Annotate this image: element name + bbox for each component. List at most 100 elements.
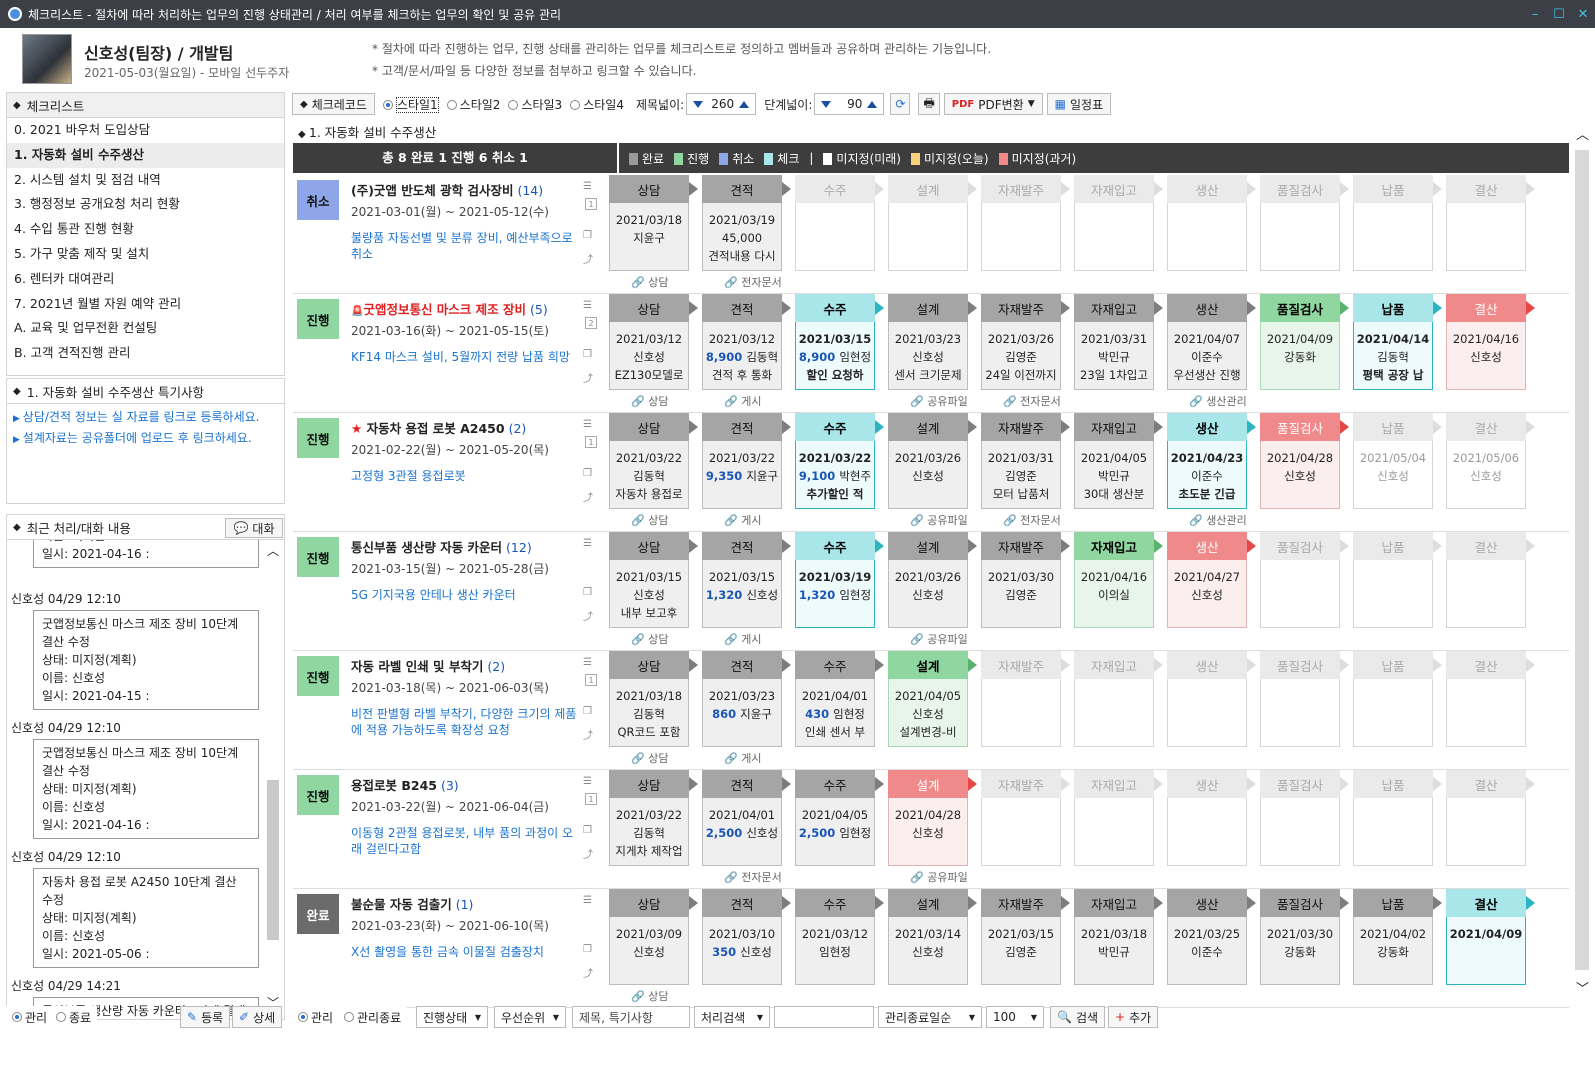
share-icon[interactable]: ⤴ [583, 489, 601, 504]
stage-cell[interactable]: 설계 2021/04/05 신호성 설계변경-비 [888, 651, 977, 747]
left-manage-radio[interactable]: 관리 [6, 1006, 54, 1028]
style-radio[interactable]: 스타일1 [382, 96, 439, 113]
stage-cell[interactable]: 품질검사 [1260, 770, 1349, 866]
add-button[interactable]: + 추가 [1108, 1006, 1159, 1028]
list-icon[interactable]: ☰ [583, 657, 601, 668]
priority-select[interactable]: 우선순위 ▼ [494, 1006, 566, 1028]
stage-cell[interactable]: 납품 2021/04/14 김동혁 평택 공장 납 [1353, 294, 1442, 390]
project-desc[interactable]: 5G 기지국용 안테나 생산 카운터 [351, 587, 583, 603]
project-title[interactable]: 🚨굿앱정보통신 마스크 제조 장비 (5) [351, 299, 548, 318]
refresh-button[interactable]: ⟳ [890, 93, 911, 115]
style-radio[interactable]: 스타일4 [570, 96, 624, 113]
project-desc[interactable]: KF14 마스크 설비, 5월까지 전량 납품 희망 [351, 349, 583, 365]
stage-cell[interactable]: 품질검사 2021/04/09 강동화 [1260, 294, 1349, 390]
stage-cell[interactable]: 생산 2021/04/07 이준수 우선생산 진행 [1167, 294, 1256, 390]
close-button[interactable]: ✕ [1571, 7, 1595, 22]
style-radio[interactable]: 스타일3 [508, 96, 562, 113]
copy-icon[interactable]: ❐ [583, 706, 601, 717]
stage-cell[interactable]: 자재입고 2021/03/18 박민규 [1074, 889, 1163, 985]
stage-cell[interactable]: 품질검사 [1260, 651, 1349, 747]
sort-select[interactable]: 관리종료일순 ▼ [878, 1006, 982, 1028]
stage-cell[interactable]: 품질검사 [1260, 532, 1349, 628]
search-input[interactable]: 제목, 특기사항 [572, 1006, 690, 1028]
checklist-item[interactable]: 0. 2021 바우처 도입상담 [7, 118, 284, 143]
copy-icon[interactable]: ❐ [583, 349, 601, 360]
count-select[interactable]: 100 ▼ [986, 1006, 1044, 1028]
attachment-link[interactable]: 🔗 상담 [631, 750, 668, 766]
register-button[interactable]: ✎ 등록 [180, 1006, 231, 1028]
stage-cell[interactable]: 생산 [1167, 770, 1256, 866]
attachment-link[interactable]: 🔗 공유파일 [910, 631, 968, 647]
stage-cell[interactable]: 품질검사 [1260, 175, 1349, 271]
list-icon[interactable]: ☰ [583, 300, 601, 311]
checklist-item[interactable]: 6. 렌터카 대여관리 [7, 267, 284, 292]
checklist-item[interactable]: 7. 2021년 월별 자원 예약 관리 [7, 292, 284, 317]
stage-cell[interactable]: 자재입고 2021/03/31 박민규 23일 1차입고 [1074, 294, 1163, 390]
chat-button[interactable]: 💬 대화 [225, 518, 283, 538]
stage-cell[interactable]: 자재입고 2021/04/05 박민규 30대 생산분 [1074, 413, 1163, 509]
stage-cell[interactable]: 자재입고 [1074, 770, 1163, 866]
stage-cell[interactable]: 상담 2021/03/12 신호성 EZ130모델로 [609, 294, 698, 390]
share-icon[interactable]: ⤴ [583, 846, 601, 861]
manage-end-radio[interactable]: 관리종료 [338, 1006, 408, 1028]
stage-cell[interactable]: 생산 [1167, 175, 1256, 271]
scroll-up-icon[interactable]: ︿ [1576, 124, 1589, 143]
stage-cell[interactable]: 납품 [1353, 532, 1442, 628]
print-button[interactable]: 🖶 [918, 93, 940, 115]
list-icon[interactable]: ☰ [583, 538, 601, 549]
copy-icon[interactable]: ❐ [583, 230, 601, 241]
list-icon[interactable]: ☰ [583, 181, 601, 192]
stage-cell[interactable]: 설계 2021/03/26 신호성 [888, 413, 977, 509]
project-desc[interactable]: 고정형 3관절 용접로봇 [351, 468, 583, 484]
copy-icon[interactable]: ❐ [583, 468, 601, 479]
stage-cell[interactable]: 자재발주 2021/03/15 김영준 [981, 889, 1070, 985]
stage-cell[interactable]: 견적 2021/03/22 9,350 지윤구 [702, 413, 791, 509]
manage-radio[interactable]: 관리 [292, 1006, 340, 1028]
stage-cell[interactable]: 자재발주 [981, 651, 1070, 747]
stage-cell[interactable]: 견적 2021/03/19 45,000 견적내용 다시 [702, 175, 791, 271]
stage-cell[interactable]: 결산 2021/05/06 신호성 [1446, 413, 1535, 509]
increase-icon[interactable] [739, 100, 750, 108]
stage-cell[interactable]: 납품 2021/05/04 신호성 [1353, 413, 1442, 509]
stage-cell[interactable]: 자재발주 2021/03/31 김영준 모터 납품처 [981, 413, 1070, 509]
attachment-link[interactable]: 🔗 상담 [631, 393, 668, 409]
stage-cell[interactable]: 상담 2021/03/15 신호성 내부 보고후 [609, 532, 698, 628]
project-desc[interactable]: 불량품 자동선별 및 분류 장비, 예산부족으로 취소 [351, 230, 583, 262]
scroll-down-icon[interactable]: ﹀ [1576, 978, 1589, 997]
share-icon[interactable]: ⤴ [583, 370, 601, 385]
stage-cell[interactable]: 상담 2021/03/22 김동혁 자동차 용접로 [609, 413, 698, 509]
stage-cell[interactable]: 상담 2021/03/22 김동혁 지게차 제작업 [609, 770, 698, 866]
attachment-link[interactable]: 🔗 전자문서 [724, 869, 782, 885]
copy-icon[interactable]: ❐ [583, 944, 601, 955]
attachment-link[interactable]: 🔗 게시 [724, 393, 761, 409]
stage-cell[interactable]: 수주 2021/03/22 9,100 박현주 추가할인 적 [795, 413, 884, 509]
stage-cell[interactable]: 생산 2021/04/27 신호성 [1167, 532, 1256, 628]
stage-cell[interactable]: 생산 2021/04/23 이준수 초도분 긴급 [1167, 413, 1256, 509]
attach-count[interactable]: 1 [585, 793, 597, 805]
attachment-link[interactable]: 🔗 생산관리 [1189, 512, 1247, 528]
main-scroll-thumb[interactable] [1575, 150, 1589, 970]
stage-cell[interactable]: 견적 2021/04/01 2,500 신호성 [702, 770, 791, 866]
stage-cell[interactable]: 견적 2021/03/10 350 신호성 [702, 889, 791, 985]
dropdown-arrow-icon[interactable]: ▼ [1028, 99, 1035, 109]
share-icon[interactable]: ⤴ [583, 965, 601, 980]
minimize-button[interactable]: – [1523, 7, 1547, 22]
share-icon[interactable]: ⤴ [583, 608, 601, 623]
project-title[interactable]: 통신부품 생산량 자동 카운터 (12) [351, 537, 532, 556]
attachment-link[interactable]: 🔗 공유파일 [910, 869, 968, 885]
attachment-link[interactable]: 🔗 공유파일 [910, 393, 968, 409]
checklist-item[interactable]: B. 고객 견적진행 관리 [7, 341, 284, 366]
share-icon[interactable]: ⤴ [583, 727, 601, 742]
project-title[interactable]: 용접로봇 B245 (3) [351, 775, 459, 794]
attach-count[interactable]: 1 [585, 198, 597, 210]
stage-cell[interactable]: 납품 [1353, 651, 1442, 747]
stage-cell[interactable]: 납품 2021/04/02 강동화 [1353, 889, 1442, 985]
stage-cell[interactable]: 결산 [1446, 651, 1535, 747]
attachment-link[interactable]: 🔗 게시 [724, 750, 761, 766]
stage-cell[interactable]: 자재입고 [1074, 175, 1163, 271]
status-select[interactable]: 진행상태 ▼ [416, 1006, 488, 1028]
stage-cell[interactable]: 설계 2021/04/28 신호성 [888, 770, 977, 866]
stage-cell[interactable]: 설계 2021/03/26 신호성 [888, 532, 977, 628]
stage-cell[interactable]: 결산 [1446, 175, 1535, 271]
copy-icon[interactable]: ❐ [583, 825, 601, 836]
